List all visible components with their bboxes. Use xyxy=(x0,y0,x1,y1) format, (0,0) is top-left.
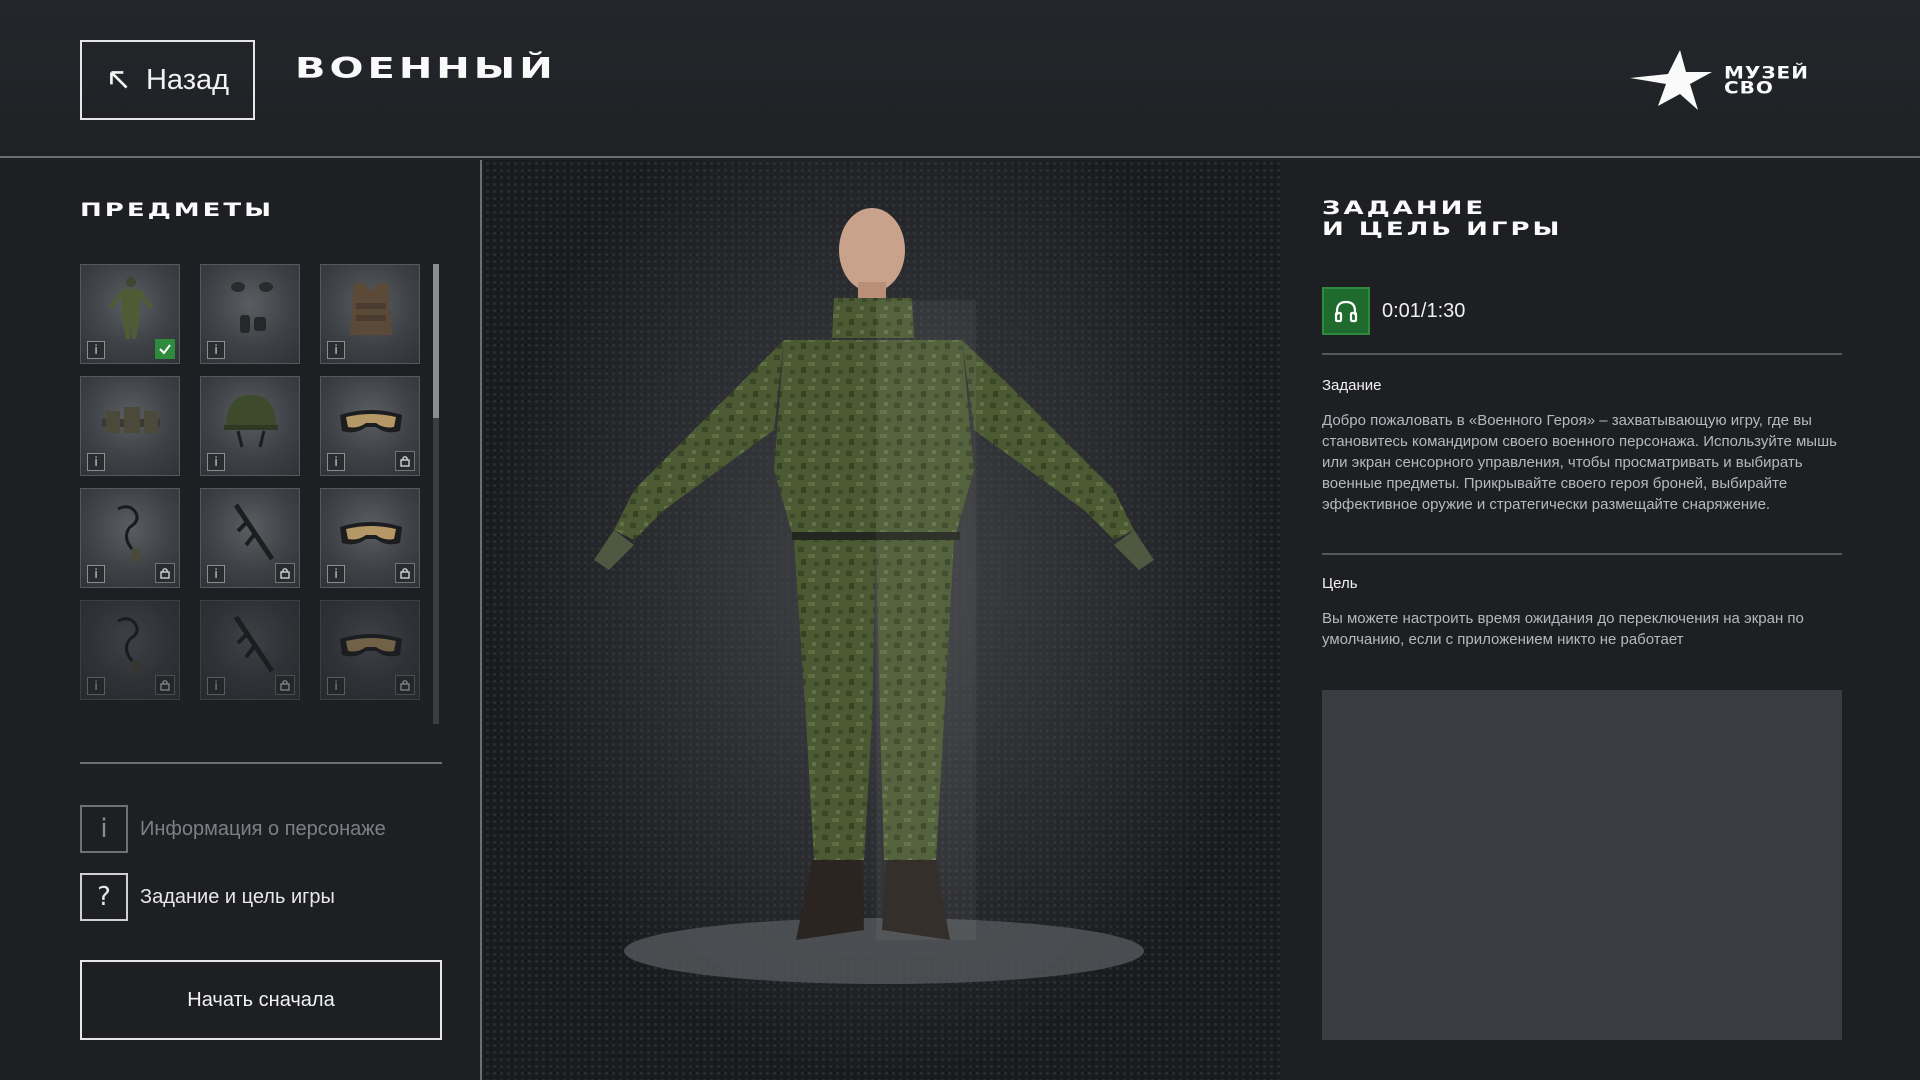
arrow-up-left-icon xyxy=(110,71,128,89)
info-icon[interactable]: i xyxy=(207,565,225,583)
audio-time: 0:01/1:30 xyxy=(1382,299,1466,322)
item-plate-carrier[interactable]: i xyxy=(320,264,420,364)
uniform-icon xyxy=(108,277,154,339)
items-grid[interactable]: i i i i i i i i i i i i xyxy=(80,264,420,704)
info-icon[interactable]: i xyxy=(207,677,225,695)
task-heading: ЗАДАНИЕ И ЦЕЛЬ ИГРЫ xyxy=(1322,198,1562,240)
info-icon[interactable]: i xyxy=(207,341,225,359)
divider xyxy=(80,762,442,764)
goggles-icon xyxy=(340,634,402,657)
item-gloves[interactable]: i xyxy=(200,264,300,364)
pouches-icon xyxy=(102,407,160,433)
item-goggles-2[interactable]: i xyxy=(320,488,420,588)
lock-icon xyxy=(395,563,415,583)
task-title: Задание xyxy=(1322,377,1382,394)
character-info-label: Информация о персонаже xyxy=(140,817,386,840)
helmet-icon xyxy=(224,395,278,448)
back-button[interactable]: Назад xyxy=(80,40,255,120)
museum-logo: МУЗЕЙ СВО xyxy=(1628,48,1840,112)
item-headset-2[interactable]: i xyxy=(80,600,180,700)
item-belt-pouches[interactable]: i xyxy=(80,376,180,476)
divider xyxy=(1322,553,1842,555)
soldier-model xyxy=(594,208,1154,940)
task-heading-line-1: ЗАДАНИЕ xyxy=(1322,198,1487,219)
question-icon: ? xyxy=(80,873,128,921)
info-icon[interactable]: i xyxy=(207,453,225,471)
audio-player: 0:01/1:30 xyxy=(1322,287,1465,335)
star-icon xyxy=(1630,50,1712,110)
lock-icon xyxy=(275,675,295,695)
info-icon[interactable]: i xyxy=(87,453,105,471)
rifle-icon xyxy=(233,615,275,673)
headset-icon xyxy=(117,617,140,673)
gloves-icon xyxy=(231,282,273,333)
lock-icon xyxy=(395,451,415,471)
lock-icon xyxy=(155,675,175,695)
lock-icon xyxy=(395,675,415,695)
items-heading: ПРЕДМЕТЫ xyxy=(80,200,275,221)
character-viewport[interactable] xyxy=(484,160,1280,1080)
lock-icon xyxy=(155,563,175,583)
headphones-button[interactable] xyxy=(1322,287,1370,335)
headset-icon xyxy=(117,505,140,561)
info-icon: i xyxy=(80,805,128,853)
info-icon[interactable]: i xyxy=(87,341,105,359)
back-label: Назад xyxy=(145,63,230,96)
page-title: ВОЕННЫЙ xyxy=(295,52,557,86)
logo-text: МУЗЕЙ СВО xyxy=(1724,64,1809,96)
goggles-icon xyxy=(340,522,402,545)
info-icon[interactable]: i xyxy=(327,677,345,695)
lock-icon xyxy=(275,563,295,583)
item-rifle[interactable]: i xyxy=(200,488,300,588)
task-heading-line-2: И ЦЕЛЬ ИГРЫ xyxy=(1322,219,1563,240)
item-headset[interactable]: i xyxy=(80,488,180,588)
items-scrollbar[interactable] xyxy=(433,264,439,724)
info-icon[interactable]: i xyxy=(327,565,345,583)
goal-text: Вы можете настроить время ожидания до пе… xyxy=(1322,610,1804,648)
items-panel: ПРЕДМЕТЫ i i i i i i i i i i i i i Инфор… xyxy=(0,160,482,1080)
vest-icon xyxy=(350,283,392,335)
info-icon[interactable]: i xyxy=(87,677,105,695)
task-text: Добро пожаловать в «Военного Героя» – за… xyxy=(1322,412,1837,513)
video-placeholder[interactable] xyxy=(1322,690,1842,1040)
top-bar: Назад ВОЕННЫЙ МУЗЕЙ СВО xyxy=(0,0,1920,158)
task-goal-button[interactable]: ? Задание и цель игры xyxy=(80,873,335,921)
info-icon[interactable]: i xyxy=(327,453,345,471)
character-info-button[interactable]: i Информация о персонаже xyxy=(80,805,386,853)
task-panel: ЗАДАНИЕ И ЦЕЛЬ ИГРЫ 0:01/1:30 Задание До… xyxy=(1282,160,1920,1080)
item-goggles[interactable]: i xyxy=(320,376,420,476)
check-icon xyxy=(155,339,175,359)
divider xyxy=(1322,353,1842,355)
item-uniform[interactable]: i xyxy=(80,264,180,364)
info-icon[interactable]: i xyxy=(327,341,345,359)
item-helmet[interactable]: i xyxy=(200,376,300,476)
info-icon[interactable]: i xyxy=(87,565,105,583)
task-goal-label: Задание и цель игры xyxy=(140,885,335,908)
headphones-icon xyxy=(1334,300,1358,323)
scrollbar-thumb[interactable] xyxy=(433,264,439,418)
restart-button[interactable]: Начать сначала xyxy=(80,960,442,1040)
item-goggles-3[interactable]: i xyxy=(320,600,420,700)
goggles-icon xyxy=(340,410,402,433)
item-rifle-2[interactable]: i xyxy=(200,600,300,700)
goal-title: Цель xyxy=(1322,575,1358,592)
rifle-icon xyxy=(233,503,275,561)
